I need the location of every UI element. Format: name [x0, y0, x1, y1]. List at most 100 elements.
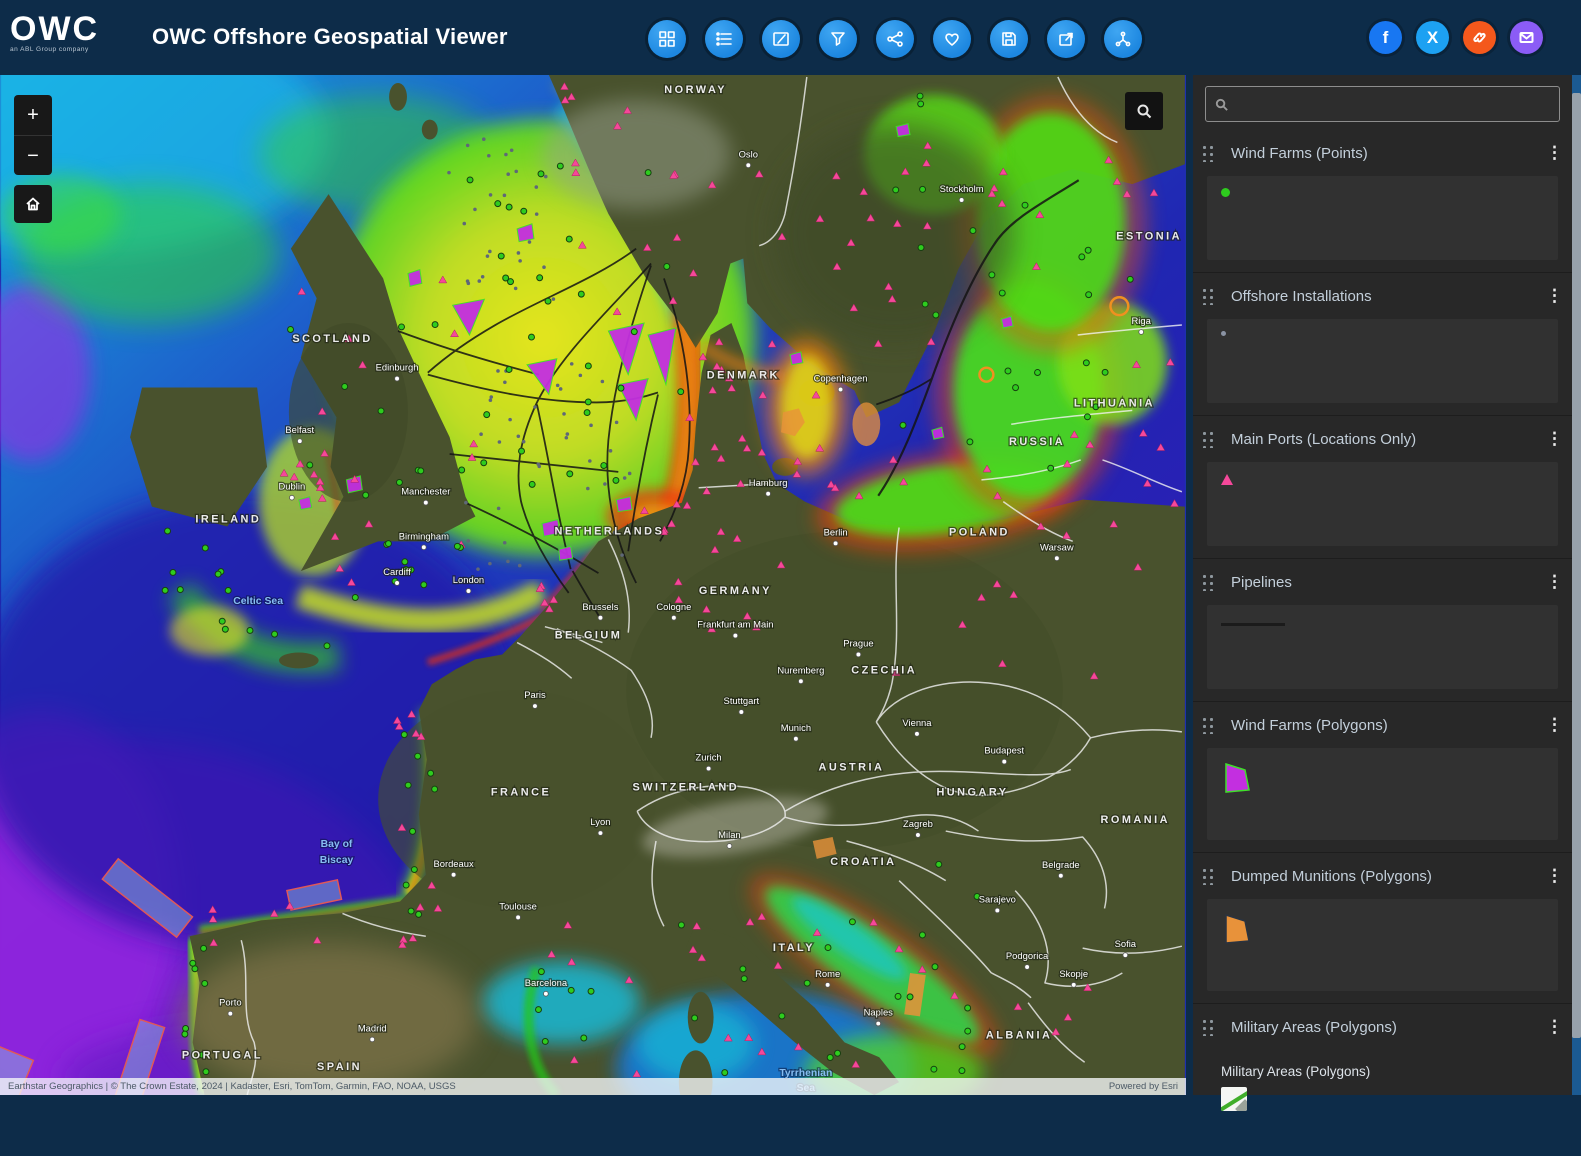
layer-list-icon[interactable] [705, 20, 743, 58]
city-label: Stockholm [940, 183, 984, 194]
wind-farm-marker [407, 907, 415, 915]
layer-options-icon[interactable]: ⋮ [1546, 429, 1563, 449]
orange-polygon-swatch [1225, 913, 1250, 944]
wind-farm-marker [556, 162, 564, 170]
wind-farm-marker [401, 558, 409, 566]
app-header: OWC an ABL Group company OWC Offshore Ge… [0, 0, 1581, 75]
layer-legend [1207, 462, 1558, 546]
wind-farm-marker [224, 586, 232, 594]
wind-farm-marker [1126, 275, 1134, 283]
city-label: Zurich [696, 752, 722, 763]
facebook-icon[interactable]: f [1369, 21, 1402, 54]
filter-icon[interactable] [819, 20, 857, 58]
layer-options-icon[interactable]: ⋮ [1546, 866, 1563, 886]
link-icon[interactable] [1463, 21, 1496, 54]
offshore-installation-marker [608, 449, 613, 453]
draw-icon[interactable] [933, 20, 971, 58]
city-label: Warsaw [1040, 541, 1074, 552]
drag-handle-icon[interactable] [1201, 1018, 1215, 1036]
wind-farm-marker [630, 328, 638, 336]
share-nodes-icon[interactable] [876, 20, 914, 58]
network-icon[interactable] [1104, 20, 1142, 58]
wind-farm-marker [189, 959, 197, 967]
layer-header[interactable]: Main Ports (Locations Only) ⋮ [1193, 416, 1572, 462]
basemap-gallery-icon[interactable] [648, 20, 686, 58]
wind-farm-marker [169, 568, 177, 576]
city-dot [765, 490, 771, 497]
layer-item-wind-farms-polygons: Wind Farms (Polygons) ⋮ [1193, 702, 1572, 853]
map-canvas[interactable]: NORWAY SCOTLAND IRELAND DENMARK NETHERLANDS G… [0, 75, 1186, 1095]
layer-search-box[interactable] [1205, 86, 1560, 122]
layer-options-icon[interactable]: ⋮ [1546, 143, 1563, 163]
export-icon[interactable] [1047, 20, 1085, 58]
layer-item-military-areas: Military Areas (Polygons) ⋮ Military Are… [1193, 1004, 1572, 1156]
offshore-installation-marker [476, 567, 480, 571]
email-icon[interactable] [1510, 21, 1543, 54]
city-label: Frankfurt am Main [697, 619, 773, 630]
pink-triangle-swatch [1221, 474, 1233, 485]
map-container[interactable]: NORWAY SCOTLAND IRELAND DENMARK NETHERLANDS G… [0, 75, 1186, 1095]
wind-farm-marker [932, 311, 940, 319]
city-dot [914, 731, 920, 737]
layer-options-icon[interactable]: ⋮ [1546, 715, 1563, 735]
scrollbar-thumb[interactable] [1572, 93, 1581, 1038]
x-icon[interactable]: X [1416, 21, 1449, 54]
city-label: London [453, 574, 484, 585]
layer-options-icon[interactable]: ⋮ [1546, 286, 1563, 306]
drag-handle-icon[interactable] [1201, 867, 1215, 885]
wind-farm-marker [520, 207, 528, 215]
offshore-installation-marker [542, 265, 546, 269]
zoom-out-button[interactable]: − [14, 136, 52, 176]
drag-handle-icon[interactable] [1201, 287, 1215, 305]
wind-farm-marker [918, 931, 926, 939]
offshore-installation-marker [502, 540, 507, 545]
wind-farm-marker [663, 263, 671, 270]
country-label: AUSTRIA [819, 762, 885, 774]
wind-farm-marker [502, 274, 510, 282]
layer-header[interactable]: Pipelines ⋮ [1193, 559, 1572, 605]
wind-farm-marker [677, 921, 685, 929]
layer-header[interactable]: Wind Farms (Points) ⋮ [1193, 130, 1572, 176]
layer-list-panel: Wind Farms (Points) ⋮ Offshore Installat… [1193, 75, 1572, 1111]
offshore-installation-marker [509, 148, 514, 153]
save-icon[interactable] [990, 20, 1028, 58]
map-search-button[interactable] [1125, 92, 1163, 130]
wind-farm-marker [453, 542, 461, 550]
city-label: Rome [815, 968, 840, 979]
wind-farm-marker [567, 986, 575, 994]
drag-handle-icon[interactable] [1201, 430, 1215, 448]
search-icon [1215, 98, 1228, 111]
zoom-control: + − [14, 95, 52, 175]
layer-header[interactable]: Wind Farms (Polygons) ⋮ [1193, 702, 1572, 748]
offshore-installation-marker [485, 254, 490, 258]
layer-header[interactable]: Military Areas (Polygons) ⋮ [1193, 1004, 1572, 1050]
city-label: Barcelona [525, 977, 568, 988]
zoom-in-button[interactable]: + [14, 95, 52, 136]
wind-farm-marker [917, 100, 925, 108]
layer-header[interactable]: Offshore Installations ⋮ [1193, 273, 1572, 319]
drag-handle-icon[interactable] [1201, 716, 1215, 734]
city-label: Paris [524, 689, 546, 700]
layer-item-offshore-installations: Offshore Installations ⋮ [1193, 273, 1572, 416]
drag-handle-icon[interactable] [1201, 573, 1215, 591]
wind-farm-marker [246, 626, 254, 634]
wind-farm-marker [494, 200, 502, 208]
wind-farm-marker [600, 462, 608, 470]
country-label: SPAIN [317, 1061, 362, 1073]
wind-farm-marker [803, 979, 811, 987]
layer-options-icon[interactable]: ⋮ [1546, 572, 1563, 592]
map-attribution: Earthstar Geographics | © The Crown Esta… [0, 1078, 1186, 1095]
owc-logo: OWC an ABL Group company [10, 12, 140, 53]
drag-handle-icon[interactable] [1201, 144, 1215, 162]
wind-farm-marker [906, 993, 914, 1001]
wind-farm-marker [398, 323, 405, 331]
layer-search-input[interactable] [1237, 95, 1551, 113]
map-edit-icon[interactable] [762, 20, 800, 58]
wind-farm-marker [566, 470, 574, 478]
city-dot [1122, 952, 1129, 958]
home-button[interactable] [14, 185, 52, 223]
city-label: Manchester [401, 486, 450, 497]
wind-farm-marker [958, 1043, 966, 1051]
layer-options-icon[interactable]: ⋮ [1546, 1017, 1563, 1037]
layer-header[interactable]: Dumped Munitions (Polygons) ⋮ [1193, 853, 1572, 899]
